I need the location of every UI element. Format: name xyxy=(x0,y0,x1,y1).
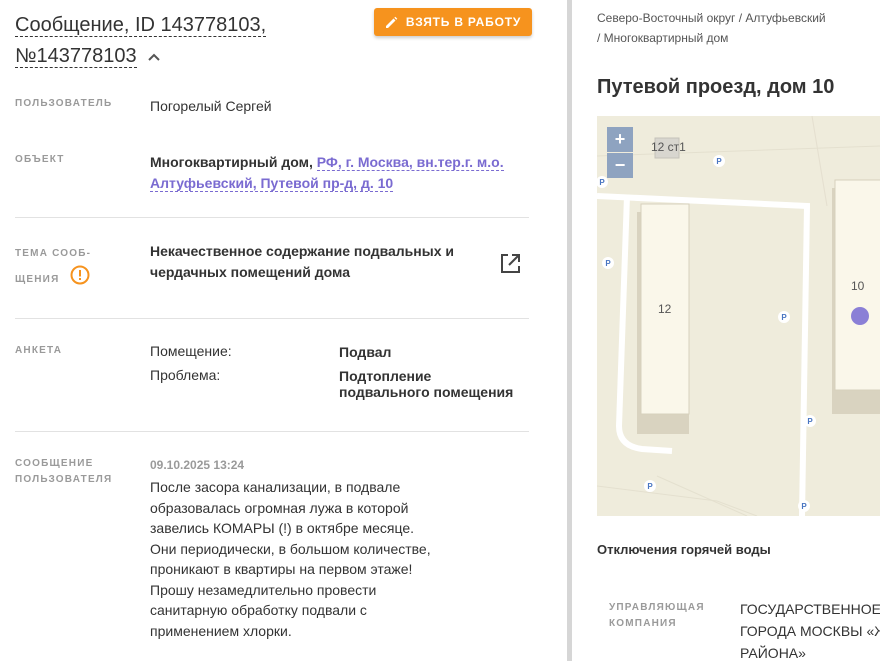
object-label: ОБЪЕКТ xyxy=(15,154,65,165)
object-address-link-2[interactable]: Алтуфьевский, Путевой пр-д, д. 10 xyxy=(150,175,394,192)
zoom-in-button[interactable]: + xyxy=(607,127,633,152)
map-label-12: 12 xyxy=(658,302,672,316)
survey-room-value: Подвал xyxy=(339,344,392,360)
message-label: СООБЩЕНИЕ ПОЛЬЗОВАТЕЛЯ xyxy=(15,458,113,485)
parking-icon: P xyxy=(716,157,722,166)
hot-water-outages-heading: Отключения горячей воды xyxy=(597,542,771,557)
divider xyxy=(15,431,529,432)
object-address-link-1[interactable]: РФ, г. Москва, вн.тер.г. м.о. xyxy=(316,154,504,171)
map-label-10: 10 xyxy=(851,279,865,293)
message-date: 09.10.2025 13:24 xyxy=(150,458,245,472)
management-company-label: УПРАВЛЯЮЩАЯ КОМПАНИЯ xyxy=(609,602,705,629)
parking-icon: P xyxy=(599,178,605,187)
survey-room-key: Помещение: xyxy=(150,343,232,359)
object-type: Многоквартирный дом, xyxy=(150,154,313,170)
title-line-1: Сообщение, ID 143778103, xyxy=(15,14,267,37)
title-line-2: №143778103 xyxy=(15,45,137,68)
object-address-title: Путевой проезд, дом 10 xyxy=(597,76,835,98)
take-to-work-label: ВЗЯТЬ В РАБОТУ xyxy=(405,15,522,29)
parking-icon: P xyxy=(801,502,807,511)
breadcrumb-line-1[interactable]: Северо-Восточный округ / Алтуфьевский xyxy=(597,11,826,25)
parking-icon: P xyxy=(647,482,653,491)
survey-problem-key: Проблема: xyxy=(150,367,221,383)
breadcrumb: Северо-Восточный округ / Алтуфьевский / … xyxy=(597,8,877,48)
message-text: После засора канализации, в подвале обра… xyxy=(150,479,431,639)
parking-icon: P xyxy=(807,417,813,426)
warning-icon[interactable] xyxy=(70,265,90,285)
zoom-out-button[interactable]: − xyxy=(607,153,633,178)
request-details-panel: Сообщение, ID 143778103, №143778103 ВЗЯТ… xyxy=(0,0,567,661)
parking-icon: P xyxy=(605,259,611,268)
map[interactable]: P P P P P P P 12 ст1 12 10 + − xyxy=(597,116,880,516)
pencil-icon xyxy=(385,16,398,28)
survey-problem-value: Подтопление подвального помещения xyxy=(339,368,514,400)
management-company-value: ГОСУДАРСТВЕННОЕ Б ГОРОДА МОСКВЫ «Ж РАЙОН… xyxy=(740,601,880,661)
breadcrumb-line-2[interactable]: / Многоквартирный дом xyxy=(597,31,728,45)
user-label: ПОЛЬЗОВАТЕЛЬ xyxy=(15,98,113,109)
map-canvas[interactable]: P P P P P P P 12 ст1 12 10 xyxy=(597,116,880,516)
page-title: Сообщение, ID 143778103, №143778103 xyxy=(15,10,355,72)
object-info-panel: Северо-Восточный округ / Алтуфьевский / … xyxy=(572,0,880,661)
topic-value: Некачественное содержание подвальных и ч… xyxy=(150,243,454,280)
object-value: Многоквартирный дом, РФ, г. Москва, вн.т… xyxy=(150,152,510,194)
survey-label: АНКЕТА xyxy=(15,345,63,356)
chevron-up-icon[interactable] xyxy=(147,52,161,62)
external-link-icon[interactable] xyxy=(500,253,521,274)
map-label-12st1: 12 ст1 xyxy=(651,140,686,154)
divider xyxy=(15,217,529,218)
user-value: Погорелый Сергей xyxy=(150,98,272,114)
divider xyxy=(15,318,529,319)
take-to-work-button[interactable]: ВЗЯТЬ В РАБОТУ xyxy=(374,8,532,36)
parking-icon: P xyxy=(781,313,787,322)
